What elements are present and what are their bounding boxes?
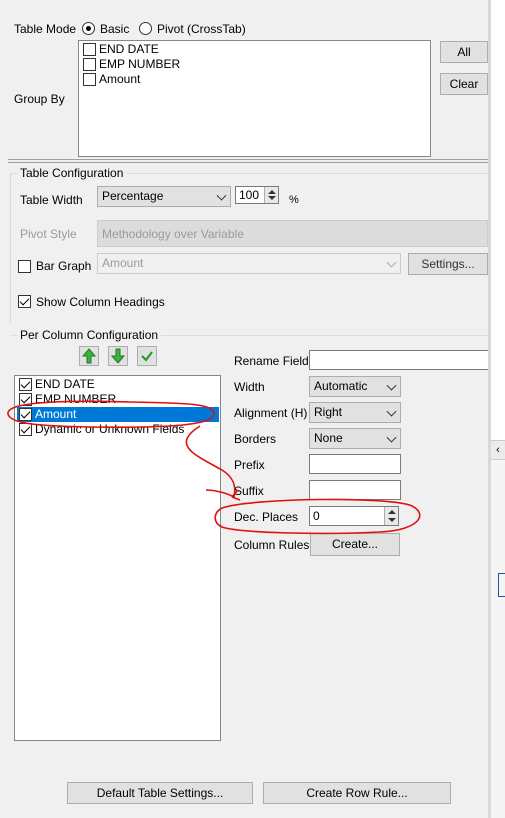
annotation-overlay (7, 400, 421, 535)
annotation-arrowhead (231, 489, 241, 501)
annotation-ellipse (7, 400, 215, 429)
annotation-arrow (185, 425, 236, 499)
annotation-ellipse (214, 498, 421, 535)
